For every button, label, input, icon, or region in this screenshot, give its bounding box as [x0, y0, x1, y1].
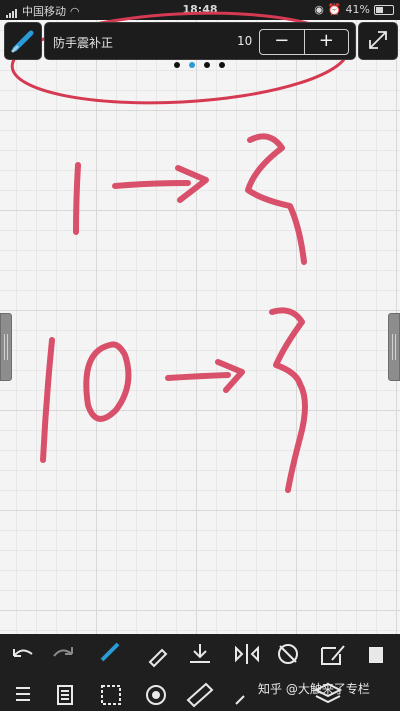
- stabilizer-stepper[interactable]: − +: [259, 29, 349, 55]
- decrease-button[interactable]: −: [260, 30, 305, 54]
- page-dot[interactable]: [204, 62, 210, 68]
- layers-icon: [369, 647, 383, 663]
- stroke-z-1: [245, 133, 307, 265]
- edit-icon: [321, 645, 345, 665]
- document-icon: [57, 685, 73, 705]
- stroke-z-2: [269, 307, 308, 493]
- symmetry-icon: [235, 644, 259, 664]
- selection-icon: [101, 685, 121, 705]
- stroke-10-zero: [83, 341, 132, 422]
- stabilizer-label: 防手震补正: [53, 36, 114, 50]
- stroke-1: [73, 162, 81, 235]
- expand-icon: [369, 31, 387, 49]
- right-slider-handle[interactable]: [388, 313, 400, 381]
- brush-icon: [11, 30, 34, 53]
- brush-tool-icon: [100, 642, 120, 662]
- left-slider-handle[interactable]: [0, 313, 12, 381]
- stabilizer-value: 10: [237, 34, 253, 48]
- bottom-toolbar: [0, 634, 400, 711]
- toolbar-icons: [13, 642, 383, 708]
- page-dot[interactable]: [174, 62, 180, 68]
- stabilizer-panel: 防手震补正 10 − +: [44, 22, 356, 60]
- increase-button[interactable]: +: [305, 30, 349, 54]
- stroke-arrow-1: [112, 180, 191, 189]
- menu-icon: [16, 687, 30, 701]
- page-dot[interactable]: [219, 62, 225, 68]
- fullscreen-button[interactable]: [358, 22, 398, 60]
- watermark-text: 知乎 @大触来了专栏: [258, 682, 370, 696]
- brush-settings-button[interactable]: [4, 22, 42, 60]
- page-dot-active[interactable]: [189, 62, 195, 68]
- page-indicator: [174, 62, 225, 68]
- stroke-10-one: [40, 337, 55, 463]
- ruler-icon: [186, 682, 214, 708]
- eyedropper-icon: [148, 648, 168, 668]
- download-icon: [190, 644, 210, 663]
- pen-icon: [235, 695, 245, 705]
- stroke-arrow-2: [165, 372, 231, 381]
- handwriting-layer: [10, 11, 350, 493]
